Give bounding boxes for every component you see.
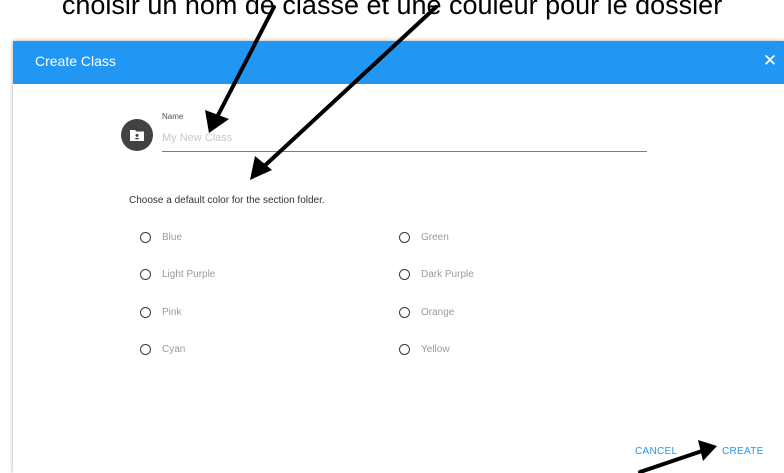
color-option-label: Dark Purple [421,268,474,280]
color-option-label: Blue [162,231,183,243]
color-option-label: Green [421,231,449,243]
dialog-header: Create Class ✕ [13,41,784,84]
color-option-label: Cyan [162,343,186,355]
radio-button-icon[interactable] [399,231,410,243]
radio-button-icon[interactable] [140,268,151,280]
radio-button-icon[interactable] [399,343,410,355]
radio-button-icon[interactable] [140,231,151,243]
radio-button-icon[interactable] [140,306,151,318]
radio-button-icon[interactable] [399,268,410,280]
dialog-title: Create Class [35,53,116,69]
create-class-dialog: Create Class ✕ [13,41,784,473]
color-option-light-purple[interactable]: Light Purple [140,265,215,283]
radio-button-icon[interactable] [399,306,410,318]
create-button[interactable]: CREATE [722,446,764,457]
class-name-input[interactable] [162,127,647,152]
name-field-label: Name [162,112,184,121]
color-option-green[interactable]: Green [399,228,449,246]
color-option-cyan[interactable]: Cyan [140,340,185,358]
color-option-orange[interactable]: Orange [399,303,454,321]
color-option-blue[interactable]: Blue [140,228,182,246]
radio-button-icon[interactable] [140,343,151,355]
color-option-label: Pink [162,306,182,318]
color-option-yellow[interactable]: Yellow [399,340,450,358]
color-prompt: Choose a default color for the section f… [129,195,325,206]
color-option-label: Yellow [421,343,450,355]
color-option-pink[interactable]: Pink [140,303,181,321]
close-icon[interactable]: ✕ [760,51,780,71]
cancel-button[interactable]: CANCEL [635,446,677,457]
color-option-dark-purple[interactable]: Dark Purple [399,265,474,283]
color-option-label: Light Purple [162,268,216,280]
instruction-caption: choisir un nom de classe et une couleur … [61,0,723,20]
folder-icon [121,119,153,151]
color-option-label: Orange [421,306,455,318]
